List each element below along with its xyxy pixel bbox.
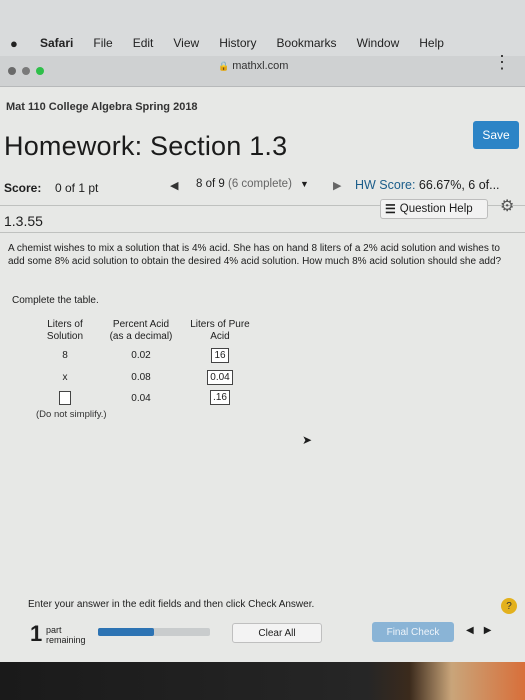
hw-score-label: HW Score:	[355, 178, 416, 192]
question-help-button[interactable]: ☰ Question Help	[380, 199, 488, 219]
course-name: Mat 110 College Algebra Spring 2018	[6, 101, 198, 113]
address-bar[interactable]: 🔒 mathxl.com	[218, 60, 288, 72]
page-content: Mat 110 College Algebra Spring 2018 Home…	[0, 87, 525, 700]
answer-input[interactable]: 0.04	[207, 370, 233, 385]
question-help-label: Question Help	[399, 203, 473, 215]
url-text: mathxl.com	[232, 60, 289, 72]
table-cell: 8	[62, 350, 68, 361]
menu-help[interactable]: Help	[419, 36, 444, 50]
table-cell: x	[62, 372, 68, 383]
score-label: Score:	[4, 181, 42, 195]
progress-bar	[98, 628, 210, 636]
apple-icon[interactable]: ●	[10, 36, 20, 51]
more-options-icon[interactable]: ⋮	[493, 53, 511, 71]
menu-history[interactable]: History	[219, 36, 256, 50]
table-cell: 16	[186, 348, 254, 363]
divider	[0, 232, 525, 233]
table-cell: 0.04	[131, 393, 151, 404]
table-cell: 0.04	[186, 370, 254, 385]
gear-icon[interactable]: ⚙	[500, 196, 514, 216]
header-liters-solution: Liters of Solution	[46, 319, 84, 342]
score-row: Score: 0 of 1 pt ◀ 8 of 9 (6 complete) ▼…	[0, 172, 525, 202]
answer-input[interactable]: .16	[210, 390, 230, 405]
progress-fill	[98, 628, 154, 636]
instruction-text: Complete the table.	[12, 295, 99, 306]
final-check-button[interactable]: Final Check	[372, 622, 454, 642]
save-button[interactable]: Save	[473, 121, 519, 149]
previous-question-icon[interactable]: ◀	[170, 179, 178, 192]
menu-bar: ● Safari File Edit View History Bookmark…	[0, 30, 525, 56]
score-value: 0 of 1 pt	[55, 181, 99, 195]
header-liters-pure-acid: Liters of Pure Acid	[190, 319, 250, 342]
menu-file[interactable]: File	[93, 36, 112, 50]
hw-score-value: 66.67%, 6 of...	[418, 178, 500, 192]
menu-bookmarks[interactable]: Bookmarks	[277, 36, 337, 50]
menu-window[interactable]: Window	[357, 36, 400, 50]
answer-input[interactable]	[59, 391, 71, 405]
window-controls	[8, 67, 44, 75]
question-number: 1.3.55	[4, 213, 43, 229]
help-icon[interactable]: ?	[501, 598, 517, 614]
question-text: A chemist wishes to mix a solution that …	[8, 243, 502, 267]
header-percent-acid: Percent Acid (as a decimal)	[109, 319, 173, 342]
simplify-note: (Do not simplify.)	[36, 409, 107, 420]
next-question-icon[interactable]: ▶	[333, 179, 341, 192]
table-cell	[36, 391, 94, 408]
table-cell: 0.02	[131, 350, 151, 361]
question-position: 8 of 9	[196, 178, 225, 190]
previous-part-icon[interactable]: ◀	[466, 625, 474, 636]
minimize-window-icon[interactable]	[22, 67, 30, 75]
page-title: Homework: Section 1.3	[4, 131, 288, 161]
clear-all-button[interactable]: Clear All	[232, 623, 322, 643]
list-icon: ☰	[385, 202, 396, 216]
bottom-bar: 1 part remaining Clear All Final Check ◀…	[0, 617, 525, 649]
pager: ◀ ▶	[466, 625, 491, 636]
hw-score: HW Score: 66.67%, 6 of...	[355, 178, 500, 192]
mouse-cursor-icon: ➤	[302, 433, 313, 447]
part-number: 1	[30, 621, 43, 646]
chevron-down-icon[interactable]: ▼	[300, 179, 309, 189]
next-part-icon[interactable]: ▶	[484, 625, 492, 636]
menu-edit[interactable]: Edit	[133, 36, 154, 50]
zoom-window-icon[interactable]	[36, 67, 44, 75]
browser-titlebar: 🔒 mathxl.com ⋮	[0, 53, 525, 87]
part-label: part remaining	[46, 625, 86, 645]
question-navigator[interactable]: 8 of 9 (6 complete)	[196, 178, 292, 190]
close-window-icon[interactable]	[8, 67, 16, 75]
footer-instruction: Enter your answer in the edit fields and…	[28, 599, 315, 610]
table-cell: 0.08	[131, 372, 151, 383]
complete-count: (6 complete)	[227, 178, 292, 190]
lock-icon: 🔒	[218, 61, 230, 71]
menu-app-safari[interactable]: Safari	[40, 36, 73, 50]
answer-input[interactable]: 16	[211, 348, 229, 363]
table-cell: .16	[186, 390, 254, 405]
menu-view[interactable]: View	[173, 36, 199, 50]
desk-background	[0, 662, 525, 700]
